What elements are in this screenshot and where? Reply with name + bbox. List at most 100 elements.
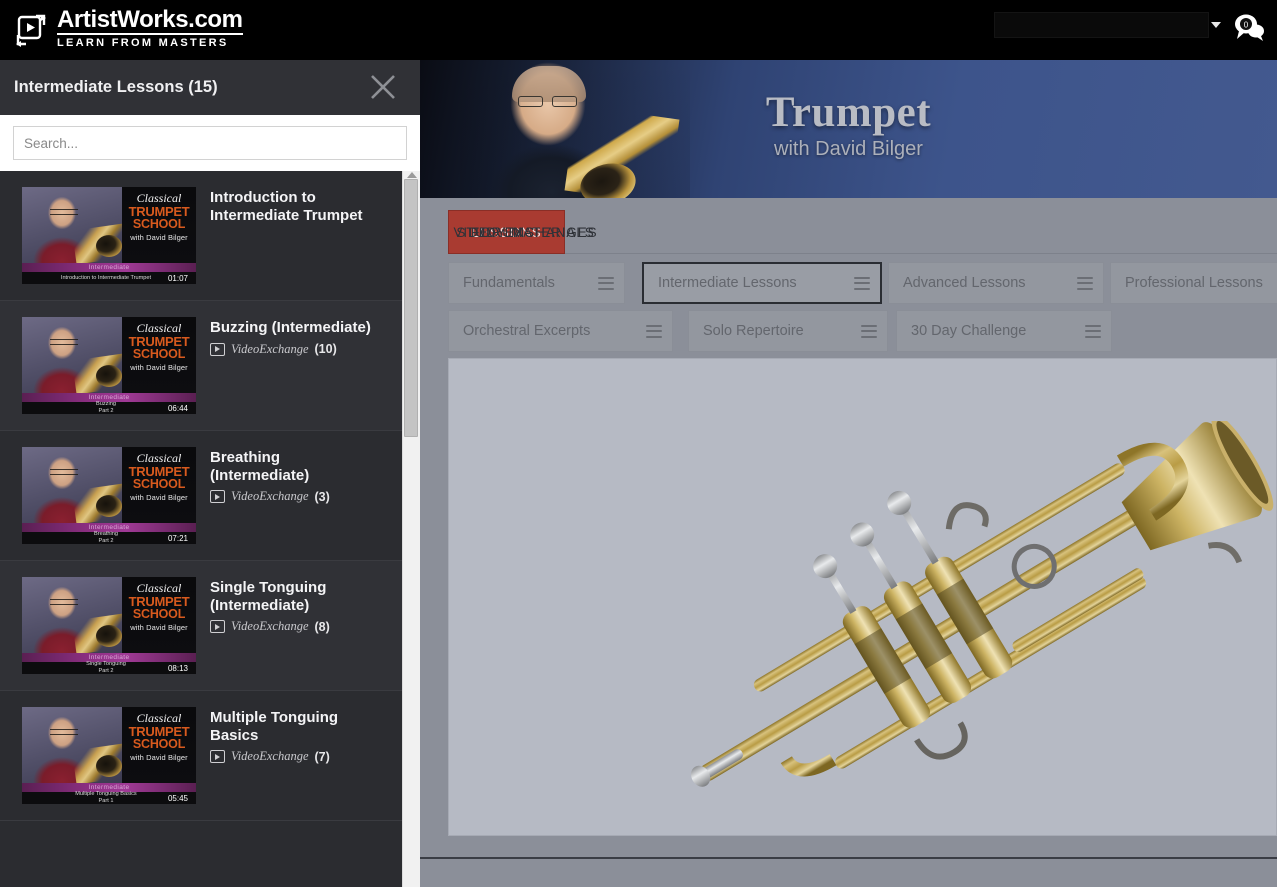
category-chip-30-day-challenge[interactable]: 30 Day Challenge <box>896 310 1112 352</box>
account-select[interactable] <box>994 12 1209 38</box>
thumbnail-info-strip: Breathing Part 2 07:21 <box>22 531 196 544</box>
content-panel: HOMELESSONSVIDEO EXCHANGESSTUDY MATERIAL… <box>420 198 1277 887</box>
thumbnail-photo <box>22 447 129 525</box>
artist-banner: Trumpet with David Bilger <box>420 60 1277 198</box>
lesson-list-item[interactable]: Classical TRUMPET SCHOOL with David Bilger I… <box>0 431 402 561</box>
brand-line-1: Classical <box>136 321 182 335</box>
hamburger-menu-icon[interactable] <box>854 276 870 290</box>
trumpet-photograph <box>691 421 1274 787</box>
hamburger-menu-icon[interactable] <box>1085 324 1101 338</box>
app-root: 0 Trumpet with David Bilger HOMELESSONSV… <box>0 0 1277 887</box>
thumb-subtitle: Part 2 <box>98 538 114 544</box>
lesson-list-item[interactable]: Classical TRUMPET SCHOOL with David Bilger I… <box>0 171 402 301</box>
thumbnail-photo <box>22 577 129 655</box>
chevron-down-icon[interactable] <box>1211 22 1221 28</box>
scrollbar-thumb[interactable] <box>404 179 418 437</box>
chat-bubble-icon[interactable]: 0 <box>1231 12 1265 42</box>
brand-line-3: SCHOOL <box>132 606 186 621</box>
hamburger-menu-icon[interactable] <box>646 324 662 338</box>
lessons-sidebar: Intermediate Lessons (15) ClassicalTRUMP… <box>0 60 420 887</box>
lesson-thumbnail[interactable]: Classical TRUMPET SCHOOL with David Bilger I… <box>22 187 196 284</box>
video-exchange-icon <box>210 490 225 504</box>
thumbnail-info-strip: Multiple Tonguing Basics Part 1 05:45 <box>22 791 196 804</box>
lesson-title: Breathing (Intermediate) <box>210 449 310 484</box>
brand-line-2: TRUMPET <box>128 333 190 349</box>
brand-line-1: Classical <box>136 711 182 725</box>
banner-subtitle: with David Bilger <box>774 138 923 160</box>
thumb-title: Single Tonguing Part 2 <box>22 661 168 674</box>
brand-line-2: TRUMPET <box>128 593 190 609</box>
category-chip-orchestral-excerpts[interactable]: Orchestral Excerpts <box>448 310 673 352</box>
category-chip-intermediate-lessons[interactable]: Intermediate Lessons <box>642 262 882 304</box>
lesson-duration: 05:45 <box>167 793 188 803</box>
lesson-list-item[interactable]: Classical TRUMPET SCHOOL with David Bilger I… <box>0 561 402 691</box>
brand-line-1: Classical <box>136 581 182 595</box>
category-label: Fundamentals <box>463 275 555 291</box>
brand-line-2: TRUMPET <box>128 723 190 739</box>
thumb-subtitle: Part 1 <box>98 798 114 804</box>
primary-nav: HOMELESSONSVIDEO EXCHANGESSTUDY MATERIAL… <box>448 210 1277 254</box>
brand-line-2: TRUMPET <box>128 463 190 479</box>
brand-line-3: SCHOOL <box>132 736 186 751</box>
thumbnail-info-strip: Introduction to Intermediate Trumpet 01:0… <box>22 272 196 284</box>
category-label: Advanced Lessons <box>903 275 1026 291</box>
lesson-meta: Breathing (Intermediate) VideoExchange (3) <box>210 447 382 544</box>
video-exchange-row[interactable]: VideoExchange (7) <box>210 749 382 764</box>
lesson-duration: 07:21 <box>167 533 188 543</box>
thumb-title: Multiple Tonguing Basics Part 1 <box>22 791 168 804</box>
lesson-title: Single Tonguing (Intermediate) <box>210 579 327 614</box>
thumb-subtitle: Part 2 <box>98 408 114 414</box>
search-input[interactable] <box>13 126 407 160</box>
video-exchange-count: (7) <box>314 749 330 764</box>
thumbnail-info-strip: Single Tonguing Part 2 08:13 <box>22 661 196 674</box>
brand-line-3: SCHOOL <box>132 476 186 491</box>
lesson-list[interactable]: Classical TRUMPET SCHOOL with David Bilger I… <box>0 171 420 887</box>
thumbnail-brand: Classical TRUMPET SCHOOL with David Bilger <box>122 187 196 263</box>
thumbnail-photo <box>22 707 129 785</box>
close-icon[interactable] <box>366 70 400 104</box>
lesson-title: Multiple Tonguing Basics <box>210 709 339 744</box>
hamburger-menu-icon[interactable] <box>1077 276 1093 290</box>
brand-line-4: with David Bilger <box>130 753 188 763</box>
scroll-up-arrow-icon[interactable] <box>407 172 417 178</box>
video-exchange-icon <box>210 342 225 356</box>
lesson-thumbnail[interactable]: Classical TRUMPET SCHOOL with David Bilger I… <box>22 447 196 544</box>
category-chip-solo-repertoire[interactable]: Solo Repertoire <box>688 310 888 352</box>
thumbnail-info-strip: Buzzing Part 2 06:44 <box>22 401 196 414</box>
lesson-stage <box>448 358 1277 836</box>
thumb-title: Buzzing Part 2 <box>22 401 168 414</box>
site-logo[interactable]: ArtistWorks.com LEARN FROM MASTERS <box>14 7 243 52</box>
video-exchange-row[interactable]: VideoExchange (3) <box>210 489 382 504</box>
lesson-list-item[interactable]: Classical TRUMPET SCHOOL with David Bilger I… <box>0 301 402 431</box>
video-exchange-label: VideoExchange <box>231 489 309 504</box>
category-label: Orchestral Excerpts <box>463 323 591 339</box>
lesson-list-item[interactable]: Classical TRUMPET SCHOOL with David Bilger I… <box>0 691 402 821</box>
lesson-thumbnail[interactable]: Classical TRUMPET SCHOOL with David Bilger I… <box>22 707 196 804</box>
category-chip-advanced-lessons[interactable]: Advanced Lessons <box>888 262 1104 304</box>
panel-bottom-divider <box>420 857 1277 859</box>
left-utility-bar: ArtistWorks.com LEARN FROM MASTERS <box>0 0 420 60</box>
video-exchange-icon <box>210 750 225 764</box>
play-button-loop-icon <box>14 13 48 47</box>
main-column: 0 Trumpet with David Bilger HOMELESSONSV… <box>420 0 1277 887</box>
thumbnail-level-badge: Intermediate <box>22 263 196 272</box>
category-chip-professional-lessons[interactable]: Professional Lessons <box>1110 262 1277 304</box>
hamburger-menu-icon[interactable] <box>598 276 614 290</box>
video-exchange-row[interactable]: VideoExchange (10) <box>210 342 382 357</box>
thumbnail-brand: Classical TRUMPET SCHOOL with David Bilger <box>122 447 196 523</box>
thumbnail-brand: Classical TRUMPET SCHOOL with David Bilger <box>122 577 196 653</box>
category-label: Solo Repertoire <box>703 323 804 339</box>
video-exchange-count: (8) <box>314 619 330 634</box>
lesson-thumbnail[interactable]: Classical TRUMPET SCHOOL with David Bilger I… <box>22 317 196 414</box>
category-label: 30 Day Challenge <box>911 323 1027 339</box>
video-exchange-row[interactable]: VideoExchange (8) <box>210 619 382 634</box>
video-exchange-label: VideoExchange <box>231 749 309 764</box>
brand-line-4: with David Bilger <box>130 623 188 633</box>
category-chip-fundamentals[interactable]: Fundamentals <box>448 262 625 304</box>
hamburger-menu-icon[interactable] <box>861 324 877 338</box>
nav-tab-forums[interactable]: FORUMS <box>448 210 558 254</box>
sidebar-scrollbar[interactable] <box>402 171 420 887</box>
brand-line-3: SCHOOL <box>132 216 186 231</box>
lesson-meta: Multiple Tonguing Basics VideoExchange (7) <box>210 707 382 804</box>
lesson-thumbnail[interactable]: Classical TRUMPET SCHOOL with David Bilger I… <box>22 577 196 674</box>
